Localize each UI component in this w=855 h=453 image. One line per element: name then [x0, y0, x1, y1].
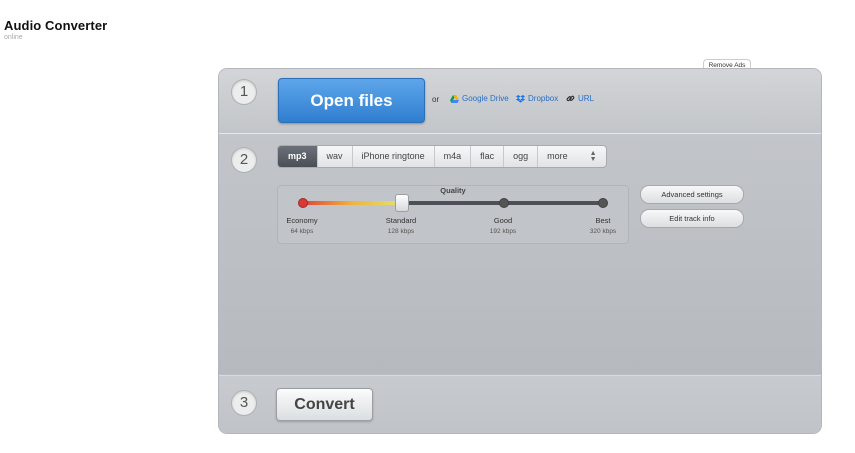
- quality-track-fill: [302, 201, 402, 205]
- google-drive-label: Google Drive: [462, 94, 509, 103]
- quality-rate-economy: 64 kbps: [290, 228, 314, 235]
- dropbox-label: Dropbox: [528, 94, 559, 103]
- quality-label-good: Good: [493, 216, 513, 225]
- format-more-select[interactable]: more ▲ ▼: [538, 146, 605, 167]
- step-number-2: 2: [231, 147, 257, 173]
- quality-slider-handle[interactable]: [395, 194, 409, 212]
- format-tab-m4a[interactable]: m4a: [435, 146, 472, 167]
- quality-track[interactable]: [302, 201, 606, 205]
- format-tab-wav[interactable]: wav: [318, 146, 353, 167]
- quality-label-economy: Economy: [286, 216, 318, 225]
- format-more-label: more: [547, 151, 568, 161]
- quality-slider-box: Quality Economy 64 kbps Standard 128 kbp…: [277, 185, 629, 244]
- quality-stop-economy[interactable]: [298, 198, 308, 208]
- step-number-3: 3: [231, 390, 257, 416]
- google-drive-icon: [450, 94, 459, 103]
- brand: Audio Converter online: [4, 18, 107, 41]
- format-tab-flac[interactable]: flac: [471, 146, 505, 167]
- dropbox-link[interactable]: Dropbox: [516, 94, 558, 103]
- app-title: Audio Converter: [4, 18, 108, 33]
- converter-panel: 1 Open files or Google Drive Dropbox URL…: [219, 69, 821, 433]
- format-tabs: mp3 wav iPhone ringtone m4a flac ogg mor…: [277, 145, 607, 168]
- app-subtitle: online: [4, 34, 23, 41]
- advanced-settings-button[interactable]: Advanced settings: [640, 185, 744, 204]
- convert-button[interactable]: Convert: [276, 388, 373, 421]
- quality-stop-best[interactable]: [598, 198, 608, 208]
- format-tab-mp3[interactable]: mp3: [278, 146, 318, 167]
- google-drive-link[interactable]: Google Drive: [450, 94, 509, 103]
- step-convert: 3 Convert: [219, 375, 821, 433]
- url-label: URL: [578, 94, 595, 103]
- format-tab-iphone-ringtone[interactable]: iPhone ringtone: [353, 146, 435, 167]
- open-files-button[interactable]: Open files: [278, 78, 425, 123]
- quality-stop-good[interactable]: [499, 198, 509, 208]
- step-format: 2 mp3 wav iPhone ringtone m4a flac ogg m…: [219, 134, 821, 374]
- dropbox-icon: [516, 94, 525, 103]
- link-icon: [566, 94, 575, 103]
- url-link[interactable]: URL: [566, 94, 594, 103]
- step-open-files: 1 Open files or Google Drive Dropbox URL: [219, 69, 821, 134]
- updown-arrows-icon: ▲ ▼: [589, 149, 597, 163]
- format-tab-ogg[interactable]: ogg: [504, 146, 539, 167]
- quality-label-standard: Standard: [385, 216, 417, 225]
- edit-track-info-button[interactable]: Edit track info: [640, 209, 744, 228]
- quality-rate-standard: 128 kbps: [387, 228, 415, 235]
- or-label: or: [432, 95, 440, 104]
- quality-rate-good: 192 kbps: [489, 228, 517, 235]
- step-number-1: 1: [231, 79, 257, 105]
- quality-rate-best: 320 kbps: [589, 228, 617, 235]
- quality-label-best: Best: [595, 216, 611, 225]
- quality-title: Quality: [440, 186, 466, 195]
